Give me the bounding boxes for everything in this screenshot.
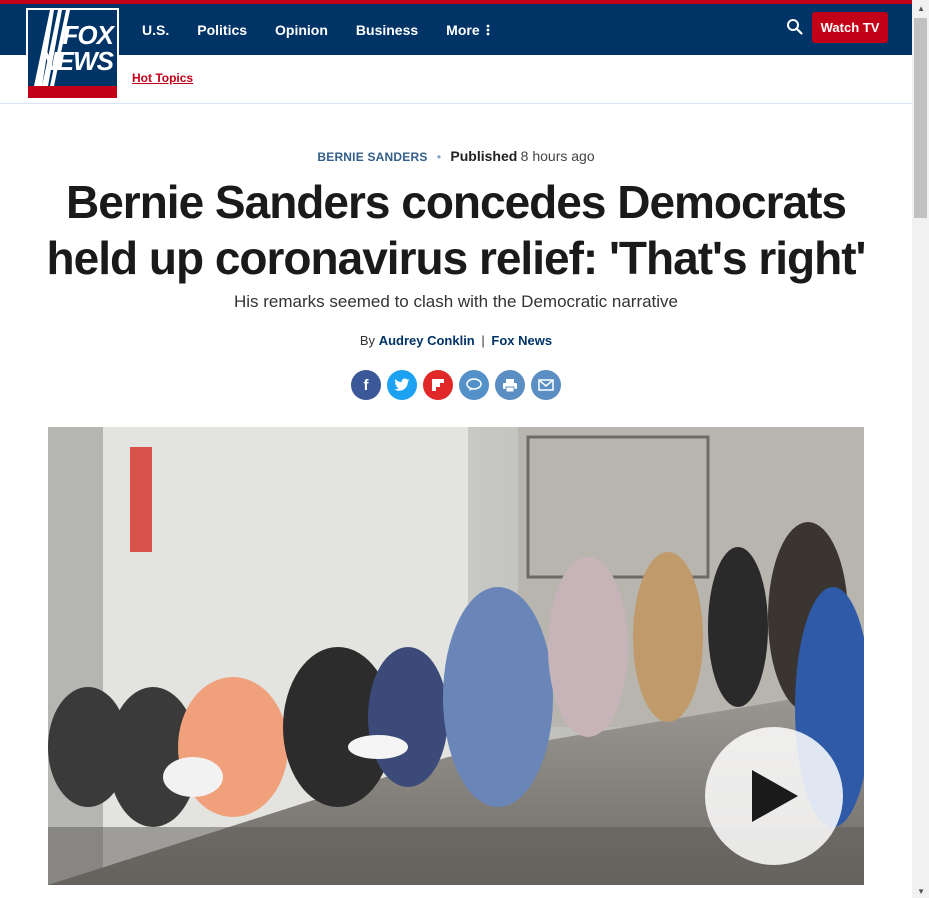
facebook-icon: f [363, 376, 369, 394]
published-time: 8 hours ago [520, 148, 595, 164]
scroll-up-arrow-icon[interactable]: ▲ [917, 4, 925, 13]
byline-separator: | [481, 333, 485, 348]
flipboard-share-button[interactable] [423, 370, 453, 400]
email-share-button[interactable] [531, 370, 561, 400]
nav-item-politics[interactable]: Politics [197, 22, 247, 38]
byline: By Audrey Conklin | Fox News [0, 333, 912, 348]
share-bar: f [351, 370, 567, 400]
logo-wordmark: FOX NEWS [28, 22, 117, 74]
play-button[interactable] [705, 727, 843, 865]
email-icon [538, 379, 554, 391]
twitter-icon [394, 378, 410, 391]
vertical-dots-icon [486, 24, 490, 35]
nav-item-opinion[interactable]: Opinion [275, 22, 328, 38]
comment-icon [466, 378, 482, 391]
logo-news-text: NEWS [39, 46, 114, 76]
nav-item-business[interactable]: Business [356, 22, 418, 38]
logo-field: FOX NEWS [28, 10, 117, 86]
main-nav: U.S. Politics Opinion Business More [142, 4, 518, 55]
play-icon [752, 770, 798, 822]
logo-red-band [28, 86, 117, 98]
article-video[interactable] [48, 427, 864, 885]
meta-separator-dot: • [436, 150, 442, 164]
article-meta: BERNIE SANDERS • Published 8 hours ago [0, 148, 912, 164]
comments-button[interactable] [459, 370, 489, 400]
published-label: Published [450, 148, 518, 164]
fox-news-logo[interactable]: FOX NEWS [26, 8, 119, 100]
article-subhead: His remarks seemed to clash with the Dem… [233, 292, 679, 311]
article-headline: Bernie Sanders concedes Democrats held u… [46, 176, 867, 284]
search-icon[interactable] [786, 18, 804, 36]
twitter-share-button[interactable] [387, 370, 417, 400]
print-icon [503, 378, 517, 392]
hot-topics-link[interactable]: Hot Topics [132, 71, 193, 85]
scrollbar-thumb[interactable] [914, 18, 927, 218]
nav-item-label: Business [355, 21, 419, 38]
nav-item-us[interactable]: U.S. [142, 22, 169, 38]
nav-item-more[interactable]: More [446, 21, 490, 38]
nav-item-label: More [446, 21, 480, 38]
page-scrollbar[interactable]: ▲ ▼ [912, 0, 929, 898]
logo-fox-text: FOX [62, 20, 114, 50]
facebook-share-button[interactable]: f [351, 370, 381, 400]
outlet-link[interactable]: Fox News [491, 333, 552, 348]
nav-item-label: Opinion [275, 21, 328, 38]
author-link[interactable]: Audrey Conklin [379, 333, 475, 348]
nav-item-label: U.S. [142, 21, 170, 38]
watch-tv-button[interactable]: Watch TV [812, 12, 888, 43]
scroll-down-arrow-icon[interactable]: ▼ [917, 887, 925, 896]
by-label: By [359, 333, 376, 348]
category-tag[interactable]: BERNIE SANDERS [317, 150, 427, 164]
print-button[interactable] [495, 370, 525, 400]
flipboard-icon [432, 379, 444, 391]
nav-item-label: Politics [197, 21, 248, 38]
